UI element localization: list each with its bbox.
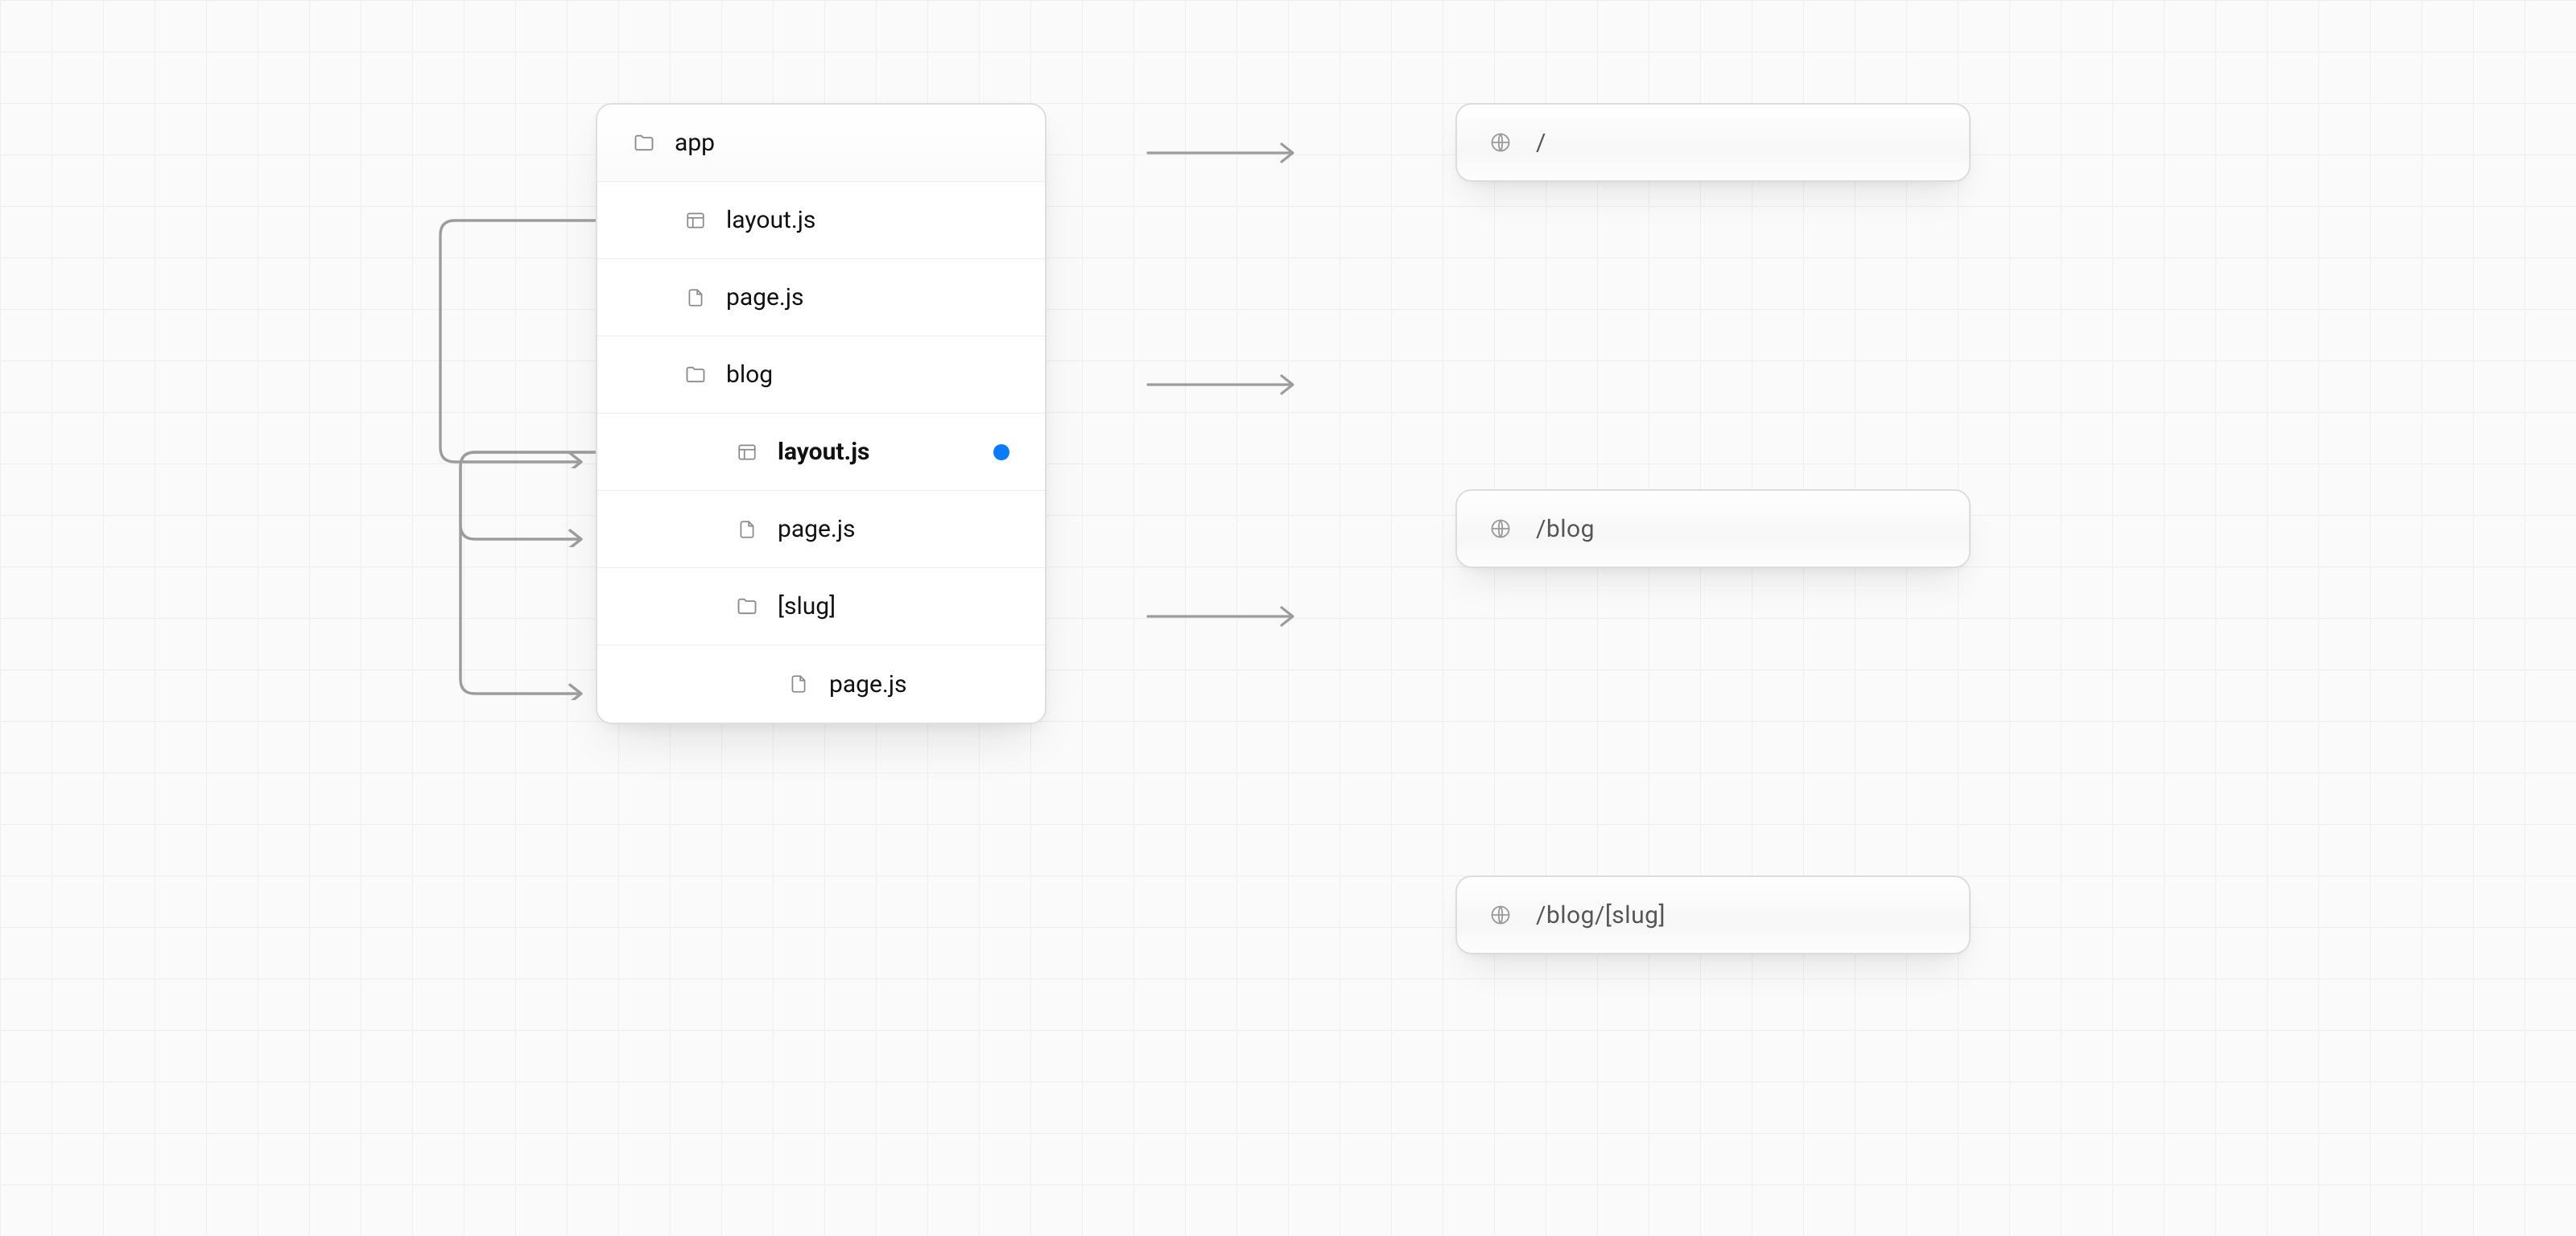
tree-label: page.js — [726, 283, 1045, 311]
globe-icon — [1489, 517, 1512, 540]
connector-elbow-icon — [459, 451, 596, 700]
url-text: /blog — [1536, 515, 1595, 543]
url-text: /blog/[slug] — [1536, 901, 1666, 929]
url-pill-slug: /blog/[slug] — [1455, 876, 1971, 954]
layout-icon — [684, 209, 707, 232]
folder-icon — [736, 595, 758, 618]
tree-label: page.js — [829, 670, 1045, 698]
url-text: / — [1536, 129, 1546, 157]
tree-row-blog-layout: layout.js — [597, 414, 1045, 491]
tree-row-slug-page: page.js — [597, 645, 1045, 723]
tree-label: app — [675, 129, 1045, 157]
file-tree-card: app layout.js page.js blog layout.js — [596, 103, 1046, 724]
arrow-right-icon — [1146, 604, 1307, 608]
globe-icon — [1489, 131, 1512, 154]
tree-label: layout.js — [726, 206, 1045, 234]
tree-label: blog — [726, 360, 1045, 389]
folder-icon — [633, 132, 655, 154]
url-pill-root: / — [1455, 103, 1971, 182]
globe-icon — [1489, 904, 1512, 926]
tree-row-blog-page: page.js — [597, 491, 1045, 568]
layout-icon — [736, 441, 758, 464]
tree-row-app: app — [597, 105, 1045, 182]
tree-row-page: page.js — [597, 259, 1045, 336]
tree-label: [slug] — [778, 592, 1045, 620]
url-pill-blog: /blog — [1455, 489, 1971, 568]
tree-row-blog: blog — [597, 336, 1045, 414]
tree-label: page.js — [778, 515, 1045, 543]
tree-row-slug: [slug] — [597, 568, 1045, 645]
arrow-right-icon — [1146, 373, 1307, 376]
arrow-right-icon — [1146, 141, 1307, 144]
active-dot — [993, 444, 1009, 460]
folder-icon — [684, 364, 707, 386]
diagram-canvas: app layout.js page.js blog layout.js — [0, 0, 2576, 1236]
tree-label: layout.js — [778, 438, 993, 466]
tree-row-layout: layout.js — [597, 182, 1045, 259]
file-icon — [736, 518, 758, 541]
file-icon — [684, 286, 707, 309]
file-icon — [787, 673, 810, 695]
connector-elbow-icon — [439, 219, 596, 468]
